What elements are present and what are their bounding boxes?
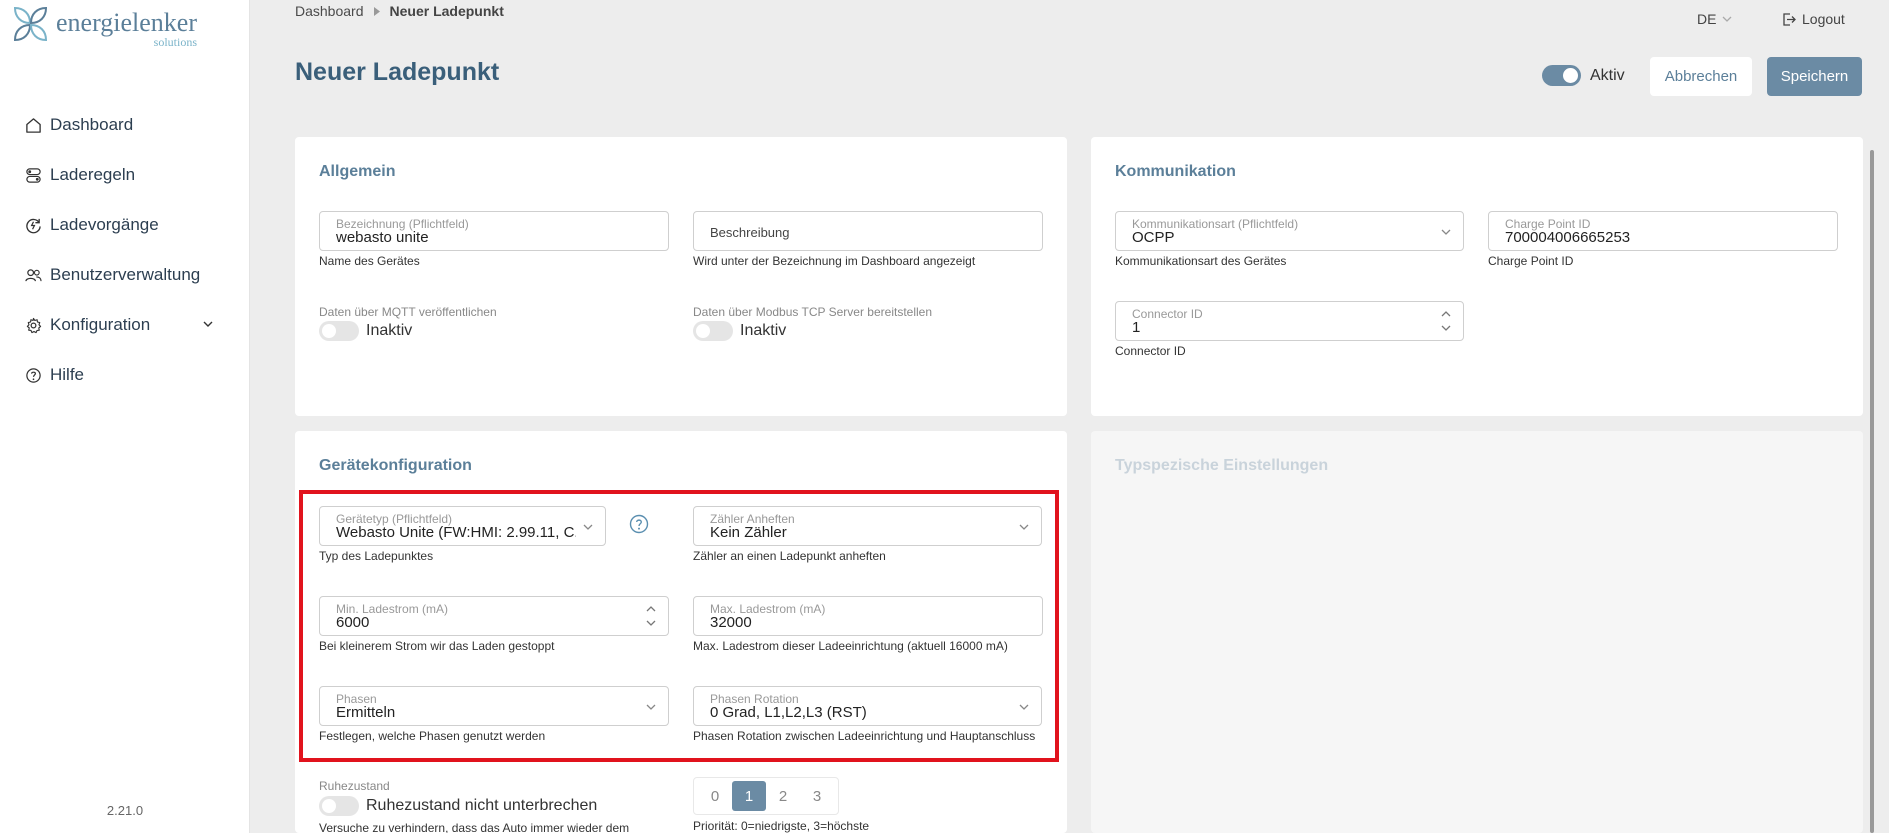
brand-name: energielenker [56,8,197,37]
scrollbar[interactable] [1870,150,1874,833]
cancel-button[interactable]: Abbrechen [1650,57,1752,96]
page-title: Neuer Ladepunkt [295,58,500,86]
sidebar-item-label: Laderegeln [50,165,136,184]
sidebar-item-laderegeln[interactable]: Laderegeln [0,150,250,200]
modbus-toggle[interactable]: Inaktiv [693,321,786,341]
sidebar-item-label: Ladevorgänge [50,215,159,234]
prio-option-0[interactable]: 0 [698,781,732,811]
card-title: Kommunikation [1115,163,1236,180]
save-button[interactable]: Speichern [1767,57,1862,96]
modbus-state: Inaktiv [740,322,787,339]
chevron-down-icon [1722,16,1732,22]
field-hint: Connector ID [1115,344,1186,358]
sidebar-item-label: Konfiguration [50,315,151,334]
prio-option-1[interactable]: 1 [732,781,766,811]
modbus-label: Daten über Modbus TCP Server bereitstell… [693,305,933,319]
chevron-down-icon [1441,229,1451,235]
field-hint: Priorität: 0=niedrigste, 3=höchste [693,819,870,833]
card-title: Allgemein [319,163,396,180]
bezeichnung-field[interactable]: Bezeichnung (Pflichtfeld) webasto unite [319,211,669,251]
logout-icon [1783,12,1796,26]
active-switch[interactable] [1542,65,1581,86]
rules-icon [24,166,42,184]
ruhezustand-label: Ruhezustand [319,779,390,793]
sidebar-item-konfiguration[interactable]: Konfiguration [0,300,250,350]
logo-icon [13,6,48,42]
app-version: 2.21.0 [106,803,144,818]
modbus-switch[interactable] [693,321,733,341]
prio-option-2[interactable]: 2 [766,781,800,811]
logout-button[interactable]: Logout [1781,11,1845,27]
field-hint: Wird unter der Bezeichnung im Dashboard … [693,254,976,268]
ruhezustand-toggle-label: Ruhezustand nicht unterbrechen [366,797,598,814]
field-placeholder: Beschreibung [710,225,790,240]
language-select[interactable]: DE [1697,11,1732,27]
card-kommunikation: Kommunikation [1091,137,1863,416]
mqtt-label: Daten über MQTT veröffentlichen [319,305,497,319]
field-value: 1 [1132,319,1141,336]
card-title: Gerätekonfiguration [319,457,472,474]
ruhezustand-switch[interactable] [319,796,359,816]
chevron-down-icon [203,321,213,327]
sidebar: energielenker solutions Dashboard Ladere… [0,0,250,833]
field-value: OCPP [1132,229,1175,246]
field-value: 700004006665253 [1505,229,1631,246]
card-title: Typspezische Einstellungen [1115,457,1329,474]
sidebar-item-dashboard[interactable]: Dashboard [0,100,250,150]
sidebar-item-benutzerverwaltung[interactable]: Benutzerverwaltung [0,250,250,300]
prioritaet-selector: 0 1 2 3 [693,777,839,815]
breadcrumb: Dashboard Neuer Ladepunkt [295,3,504,19]
mqtt-switch[interactable] [319,321,359,341]
brand-sub: solutions [153,35,197,49]
charging-icon [24,216,42,234]
sidebar-item-label: Benutzerverwaltung [50,265,201,284]
breadcrumb-separator-icon [373,6,380,16]
sidebar-item-ladevorgaenge[interactable]: Ladevorgänge [0,200,250,250]
field-hint: Kommunikationsart des Gerätes [1115,254,1287,268]
sidebar-item-label: Hilfe [50,365,85,384]
mqtt-toggle[interactable]: Inaktiv [319,321,412,341]
card-allgemein: Allgemein [295,137,1067,416]
kommunikationsart-select[interactable]: Kommunikationsart (Pflichtfeld) OCPP [1115,211,1464,251]
field-value: webasto unite [336,229,429,246]
prio-option-3[interactable]: 3 [800,781,834,811]
beschreibung-field[interactable]: Beschreibung [693,211,1043,251]
field-hint: Versuche zu verhindern, dass das Auto im… [319,821,630,833]
breadcrumb-dashboard[interactable]: Dashboard [295,3,364,19]
active-label: Aktiv [1590,66,1625,84]
language-value: DE [1697,11,1717,27]
brand-logo[interactable]: energielenker solutions [10,4,197,48]
field-hint: Charge Point ID [1488,254,1574,268]
breadcrumb-current: Neuer Ladepunkt [389,3,504,19]
ruhezustand-toggle[interactable]: Ruhezustand nicht unterbrechen [319,796,597,816]
mqtt-state: Inaktiv [366,322,413,339]
connector-id-stepper[interactable]: Connector ID 1 [1115,301,1464,341]
gear-icon [24,316,42,334]
help-icon [24,366,42,384]
highlight-box [299,490,1059,762]
active-toggle[interactable]: Aktiv [1542,65,1625,86]
charge-point-id-field[interactable]: Charge Point ID 700004006665253 [1488,211,1838,251]
card-typ-einstellungen: Typspezische Einstellungen [1091,431,1863,833]
spinner-icon[interactable] [1441,308,1451,334]
logout-label: Logout [1802,11,1845,27]
field-label: Connector ID [1132,307,1203,321]
home-icon [24,116,42,134]
users-icon [24,266,42,284]
sidebar-item-label: Dashboard [50,115,134,134]
sidebar-nav: Dashboard Laderegeln Ladevorgänge Benutz… [0,100,250,400]
field-hint: Name des Gerätes [319,254,420,268]
sidebar-item-hilfe[interactable]: Hilfe [0,350,250,400]
